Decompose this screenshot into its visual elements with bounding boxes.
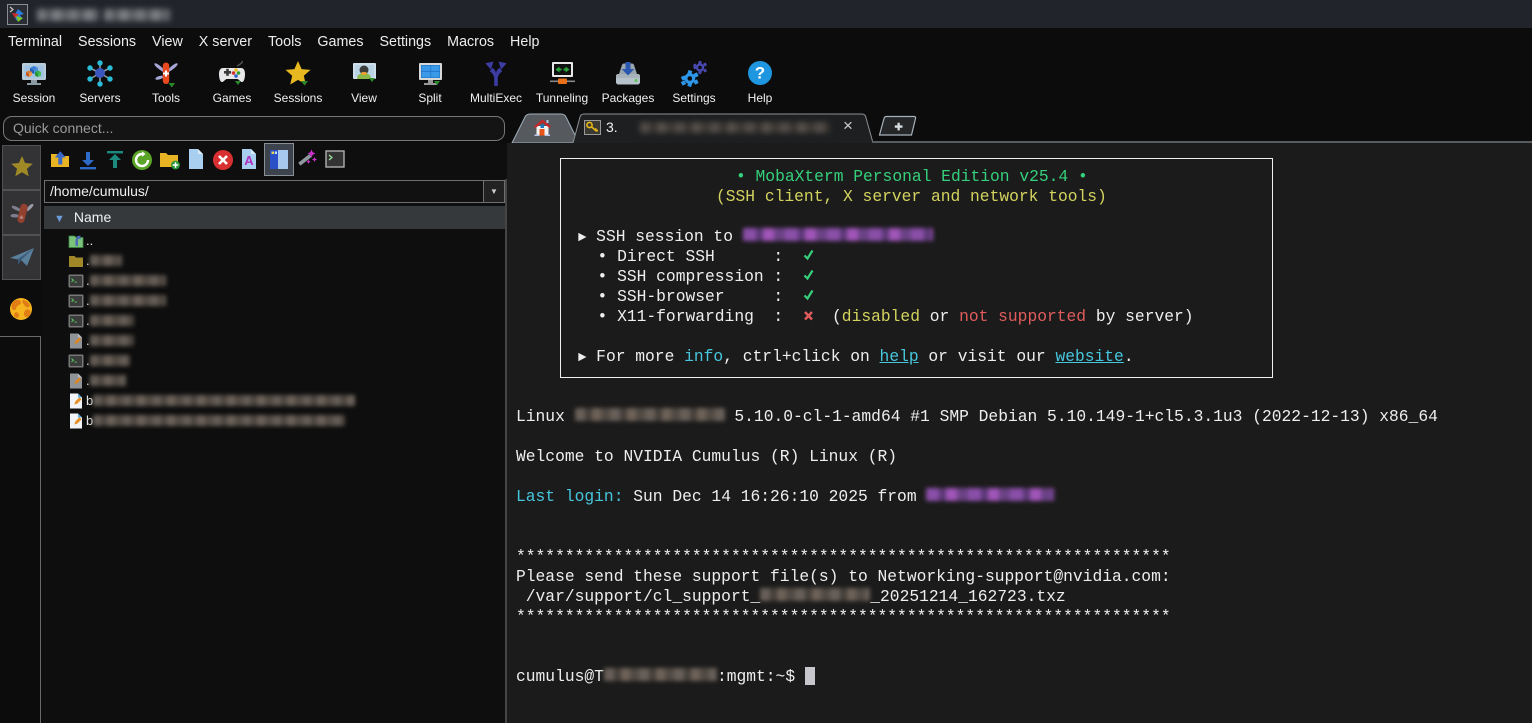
svg-text:A: A <box>244 153 254 168</box>
svg-text:?: ? <box>755 64 765 83</box>
